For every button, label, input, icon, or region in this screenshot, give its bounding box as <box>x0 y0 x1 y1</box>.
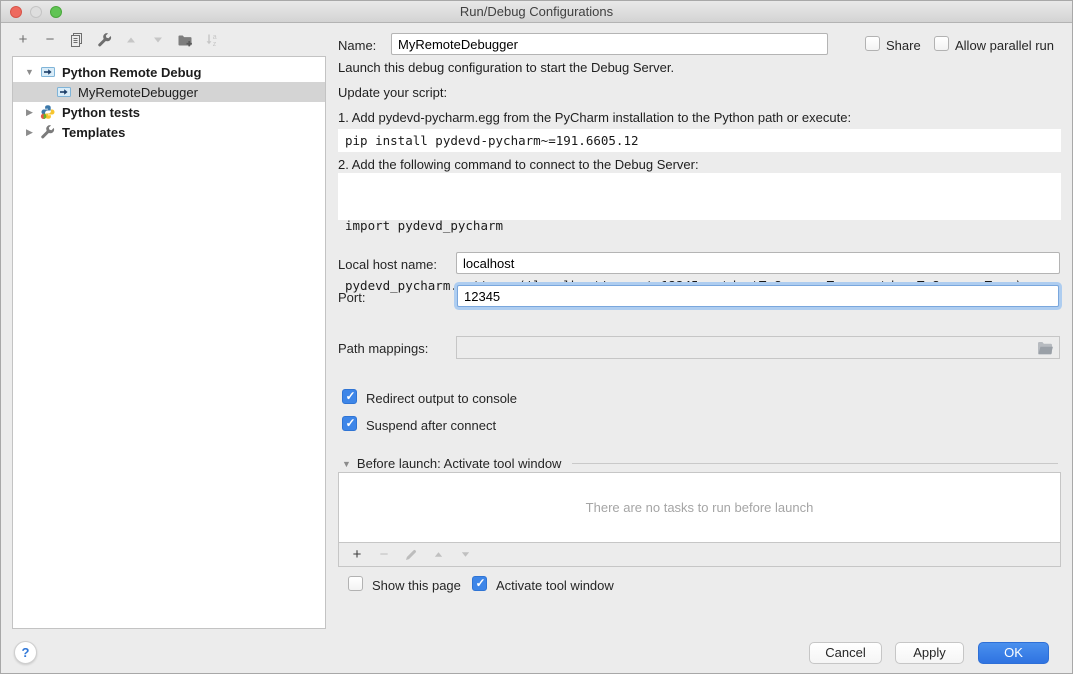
step2-text: 2. Add the following command to connect … <box>338 157 1061 172</box>
tree-item-python-tests[interactable]: ▶ Python tests <box>13 102 325 122</box>
redirect-output-checkbox[interactable] <box>342 389 357 404</box>
edit-task-icon[interactable] <box>404 548 418 562</box>
activate-tool-window-label: Activate tool window <box>496 578 614 593</box>
header-divider <box>572 463 1058 464</box>
remote-debug-config-icon <box>40 64 56 80</box>
edit-templates-icon[interactable] <box>96 32 112 48</box>
port-input[interactable] <box>457 285 1059 307</box>
allow-parallel-run-label: Allow parallel run <box>955 38 1054 53</box>
code-line-import: import pydevd_pycharm <box>345 216 1054 236</box>
tree-item-label: MyRemoteDebugger <box>78 85 198 100</box>
before-launch-header[interactable]: ▼ Before launch: Activate tool window <box>342 456 1058 471</box>
tree-item-myremotedebugger[interactable]: MyRemoteDebugger <box>13 82 325 102</box>
tasks-empty-message: There are no tasks to run before launch <box>339 473 1060 543</box>
svg-text:z: z <box>213 41 217 48</box>
run-debug-configurations-dialog: Run/Debug Configurations + − <box>0 0 1073 674</box>
zoom-button[interactable] <box>50 6 62 18</box>
close-button[interactable] <box>10 6 22 18</box>
move-task-up-icon[interactable] <box>431 548 445 562</box>
share-checkbox[interactable] <box>865 36 880 51</box>
step1-text: 1. Add pydevd-pycharm.egg from the PyCha… <box>338 110 1061 125</box>
show-this-page-checkbox[interactable] <box>348 576 363 591</box>
suspend-after-connect-label: Suspend after connect <box>366 418 496 433</box>
configurations-toolbar: + − <box>15 23 326 56</box>
add-task-icon[interactable]: + <box>350 548 364 562</box>
path-mappings-field[interactable] <box>456 336 1060 359</box>
tasks-toolbar: + − <box>339 543 1060 566</box>
name-input[interactable] <box>391 33 828 55</box>
chevron-right-icon[interactable]: ▶ <box>24 107 35 118</box>
local-host-label: Local host name: <box>338 257 437 272</box>
path-mappings-label: Path mappings: <box>338 341 428 356</box>
name-label: Name: <box>338 38 376 53</box>
browse-folder-icon[interactable] <box>1037 341 1054 358</box>
allow-parallel-run-checkbox[interactable] <box>934 36 949 51</box>
minimize-button[interactable] <box>30 6 42 18</box>
wrench-icon <box>40 124 56 140</box>
tree-item-label: Python tests <box>62 105 140 120</box>
configurations-tree: ▼ Python Remote Debug MyRemoteDebugger <box>12 56 326 629</box>
help-button[interactable]: ? <box>14 641 37 664</box>
ok-button[interactable]: OK <box>978 642 1049 664</box>
activate-tool-window-checkbox[interactable] <box>472 576 487 591</box>
tree-item-label: Python Remote Debug <box>62 65 201 80</box>
chevron-right-icon[interactable]: ▶ <box>24 127 35 138</box>
remove-configuration-icon[interactable]: − <box>42 32 58 48</box>
new-folder-icon[interactable] <box>177 32 193 48</box>
show-this-page-label: Show this page <box>372 578 461 593</box>
share-label: Share <box>886 38 921 53</box>
before-launch-title: Before launch: Activate tool window <box>357 456 562 471</box>
remove-task-icon[interactable]: − <box>377 548 391 562</box>
apply-button[interactable]: Apply <box>895 642 964 664</box>
update-text: Update your script: <box>338 85 1061 100</box>
titlebar: Run/Debug Configurations <box>1 1 1072 23</box>
port-label: Port: <box>338 290 365 305</box>
tree-item-templates[interactable]: ▶ Templates <box>13 122 325 142</box>
move-down-icon[interactable] <box>150 32 166 48</box>
settrace-code-block: import pydevd_pycharm pydevd_pycharm.set… <box>338 173 1061 220</box>
suspend-after-connect-checkbox[interactable] <box>342 416 357 431</box>
before-launch-tasks-panel: There are no tasks to run before launch … <box>338 472 1061 567</box>
move-task-down-icon[interactable] <box>458 548 472 562</box>
local-host-input[interactable] <box>456 252 1060 274</box>
intro-text: Launch this debug configuration to start… <box>338 60 1061 75</box>
tree-item-label: Templates <box>62 125 125 140</box>
add-configuration-icon[interactable]: + <box>15 32 31 48</box>
cancel-button[interactable]: Cancel <box>809 642 882 664</box>
pip-command-code: pip install pydevd-pycharm~=191.6605.12 <box>338 129 1061 152</box>
traffic-lights <box>10 6 62 18</box>
copy-configuration-icon[interactable] <box>69 32 85 48</box>
chevron-down-icon[interactable]: ▼ <box>24 67 35 77</box>
redirect-output-label: Redirect output to console <box>366 391 517 406</box>
window-title: Run/Debug Configurations <box>1 1 1072 22</box>
remote-debug-config-icon <box>56 84 72 100</box>
chevron-down-icon[interactable]: ▼ <box>342 459 351 469</box>
sort-alphabetically-icon[interactable]: a z <box>204 32 220 48</box>
python-tests-icon <box>40 104 56 120</box>
tree-item-python-remote-debug[interactable]: ▼ Python Remote Debug <box>13 62 325 82</box>
move-up-icon[interactable] <box>123 32 139 48</box>
